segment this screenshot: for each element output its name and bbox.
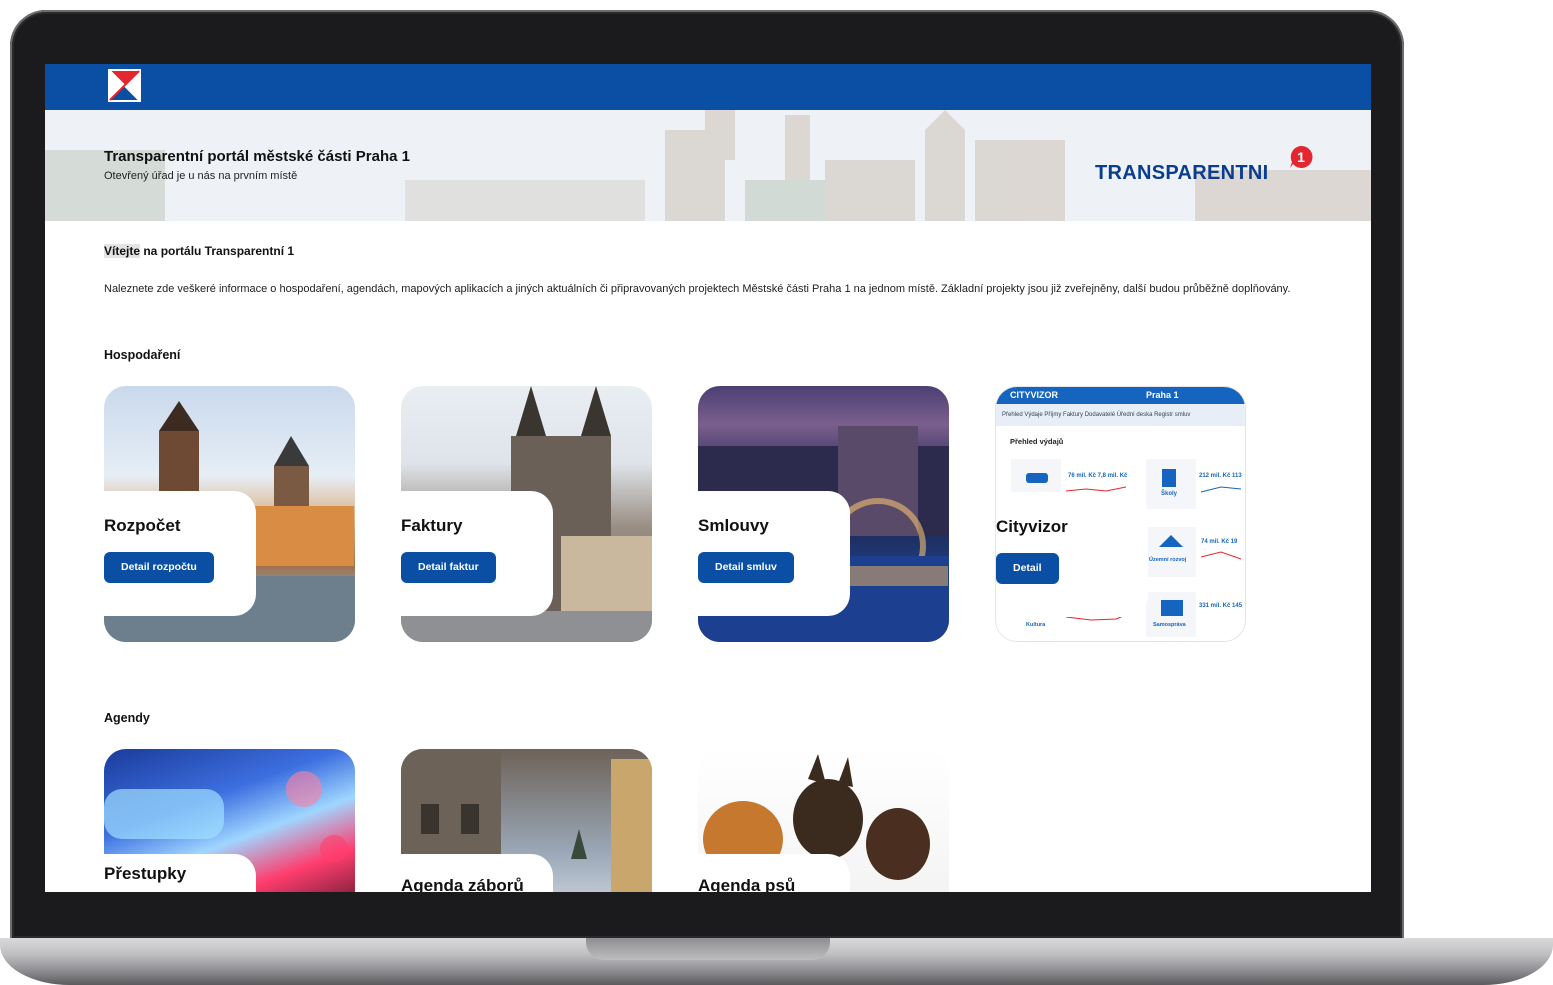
cityvizor-row-values: 74 mil. Kč 19 [1201,539,1238,545]
browser-viewport: Transparentní portál městské části Praha… [45,64,1371,892]
cityvizor-row-label: Samospráva [1153,622,1186,628]
card-title-rozpocet: Rozpočet [104,516,181,535]
card-cityvizor[interactable]: CITYVIZOR Praha 1 Přehled Výdaje Příjmy … [995,386,1246,642]
cityvizor-row-values: 212 mil. Kč 113 [1199,473,1242,479]
svg-text:1: 1 [1297,149,1305,165]
detail-smluv-button[interactable]: Detail smluv [698,552,794,583]
welcome-highlight: Vítejte [104,244,141,258]
card-agenda-zaboru[interactable]: Agenda záborů [401,749,652,892]
cityvizor-row-values: 76 mil. Kč 7,8 mil. Kč [1068,473,1128,479]
section-title-hospodareni: Hospodaření [104,348,181,362]
card-title-agenda-zaboru: Agenda záborů [401,876,524,892]
main-content: Vítejte na portálu Transparentní 1 Nalez… [104,244,1324,297]
brand-badge-icon: 1 [1290,145,1313,168]
card-title-cityvizor: Cityvizor [996,517,1068,536]
card-title-smlouvy: Smlouvy [698,516,769,535]
card-prestupky[interactable]: Přestupky [104,749,355,892]
card-rozpocet[interactable]: Rozpočet Detail rozpočtu [104,386,355,642]
welcome-rest: na portálu Transparentní 1 [140,244,295,258]
welcome-heading: Vítejte na portálu Transparentní 1 [104,244,1324,258]
transparentni-brand-logo[interactable]: TRANSPARENTNI [1095,162,1269,185]
card-smlouvy[interactable]: Smlouvy Detail smluv [698,386,949,642]
cityvizor-row-label: Kultura [1026,622,1046,628]
praha1-logo[interactable] [108,69,141,102]
card-title-faktury: Faktury [401,516,463,535]
detail-cityvizor-button[interactable]: Detail [996,553,1059,584]
card-agenda-psu[interactable]: Agenda psů [698,749,949,892]
detail-rozpoctu-button[interactable]: Detail rozpočtu [104,552,214,583]
top-navbar [45,64,1371,110]
card-faktury[interactable]: Faktury Detail faktur [401,386,652,642]
cityvizor-row-label: Územní rozvoj [1149,557,1187,563]
intro-paragraph: Naleznete zde veškeré informace o hospod… [104,283,1291,295]
card-title-agenda-psu: Agenda psů [698,876,796,892]
section-title-agendy: Agendy [104,711,150,725]
laptop-notch [586,938,830,960]
hero-banner: Transparentní portál městské části Praha… [45,110,1371,221]
detail-faktur-button[interactable]: Detail faktur [401,552,496,583]
cityvizor-row-label: Školy [1161,491,1178,497]
page-title: Transparentní portál městské části Praha… [104,148,410,165]
card-title-prestupky: Přestupky [104,864,187,883]
cityvizor-row-values: 331 mil. Kč 145 [1199,603,1243,609]
page-subtitle: Otevřený úřad je u nás na prvním místě [104,170,298,182]
